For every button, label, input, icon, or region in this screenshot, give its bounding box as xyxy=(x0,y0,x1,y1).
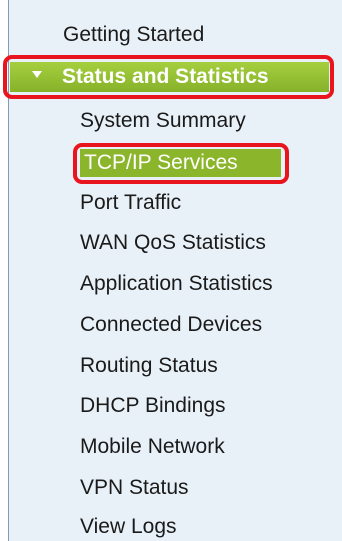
nav-item-port-traffic[interactable]: Port Traffic xyxy=(80,190,181,216)
nav-item-connected-devices[interactable]: Connected Devices xyxy=(80,312,262,338)
nav-item-getting-started[interactable]: Getting Started xyxy=(63,22,204,48)
active-item-highlight-box xyxy=(73,143,289,184)
section-highlight-box xyxy=(3,55,334,99)
nav-item-application-statistics[interactable]: Application Statistics xyxy=(80,271,273,297)
nav-item-view-logs[interactable]: View Logs xyxy=(80,514,177,540)
nav-item-routing-status[interactable]: Routing Status xyxy=(80,353,218,379)
nav-item-vpn-status[interactable]: VPN Status xyxy=(80,475,189,501)
nav-item-dhcp-bindings[interactable]: DHCP Bindings xyxy=(80,393,226,419)
nav-item-mobile-network[interactable]: Mobile Network xyxy=(80,434,225,460)
nav-item-system-summary[interactable]: System Summary xyxy=(80,108,246,134)
nav-item-wan-qos-statistics[interactable]: WAN QoS Statistics xyxy=(80,230,266,256)
